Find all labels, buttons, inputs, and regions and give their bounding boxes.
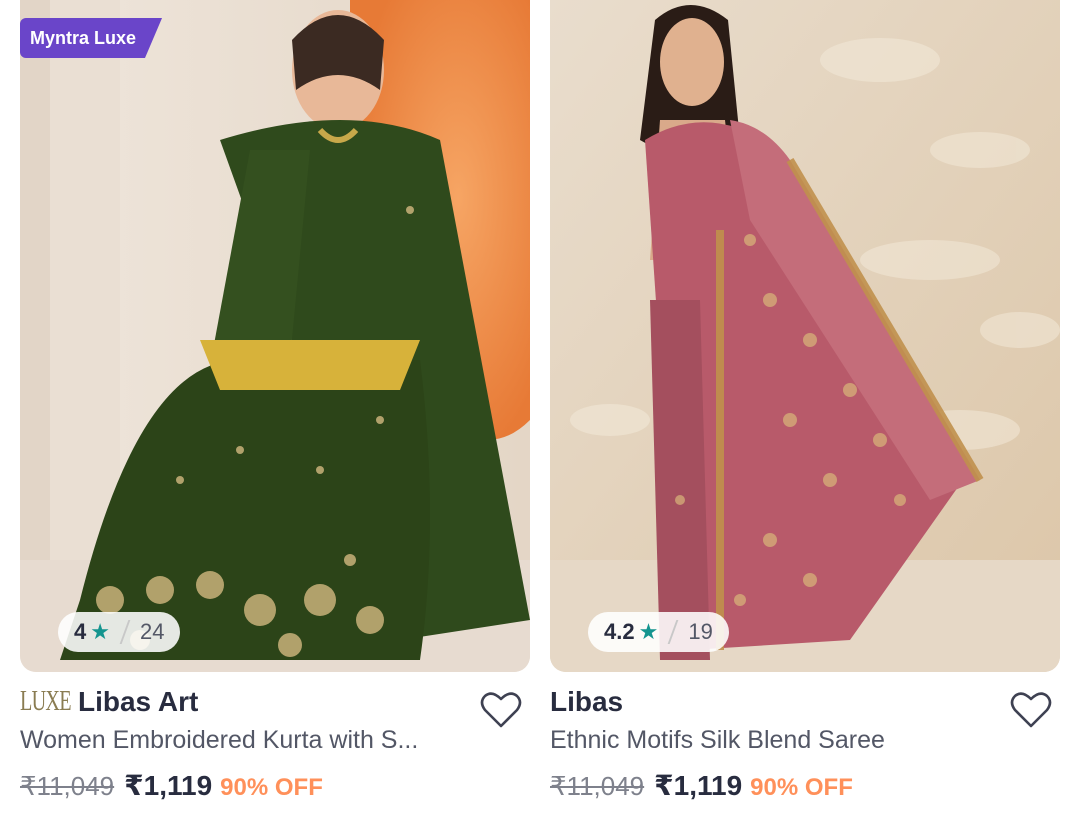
rating-divider xyxy=(119,620,131,644)
product-card[interactable]: 4.2 ★ 19 Libas Ethnic Motifs Silk Blend … xyxy=(550,0,1060,821)
rating-divider xyxy=(667,620,679,644)
product-card[interactable]: Myntra Luxe 4 ★ 24 LUXE Libas Art Women … xyxy=(20,0,530,821)
brand-row: LUXE Libas Art xyxy=(20,684,530,720)
discount-label: 90% OFF xyxy=(220,774,323,801)
price-row: ₹11,049 ₹1,119 90% OFF xyxy=(550,769,1060,802)
product-photo-saree xyxy=(550,0,1060,672)
brand-row: Libas xyxy=(550,684,1060,720)
product-title: Women Embroidered Kurta with S... xyxy=(20,726,419,754)
product-brand: Libas Art xyxy=(78,686,199,717)
luxe-badge: Myntra Luxe xyxy=(20,18,163,58)
luxe-logo: LUXE xyxy=(20,686,72,717)
original-price: ₹11,049 xyxy=(20,771,115,801)
product-info[interactable]: Libas Ethnic Motifs Silk Blend Saree ₹11… xyxy=(550,672,1060,802)
rating-pill: 4.2 ★ 19 xyxy=(588,612,729,652)
star-icon: ★ xyxy=(638,619,659,644)
rating-count: 24 xyxy=(139,619,165,644)
product-image[interactable]: Myntra Luxe 4 ★ 24 xyxy=(20,0,530,672)
rating-count: 19 xyxy=(688,619,713,644)
product-grid: Myntra Luxe 4 ★ 24 LUXE Libas Art Women … xyxy=(0,0,1080,821)
selling-price: ₹1,119 xyxy=(654,770,743,801)
heart-outline-icon[interactable] xyxy=(480,690,522,730)
product-info[interactable]: LUXE Libas Art Women Embroidered Kurta w… xyxy=(20,672,530,802)
discount-label: 90% OFF xyxy=(750,774,853,801)
rating-score: 4.2 xyxy=(604,619,635,644)
product-brand: Libas xyxy=(550,686,624,717)
original-price: ₹11,049 xyxy=(550,771,645,801)
product-image[interactable]: 4.2 ★ 19 xyxy=(550,0,1060,672)
product-title: Ethnic Motifs Silk Blend Saree xyxy=(550,726,885,754)
product-photo-kurta xyxy=(20,0,530,672)
price-row: ₹11,049 ₹1,119 90% OFF xyxy=(20,769,530,802)
rating-score: 4 xyxy=(74,619,87,644)
selling-price: ₹1,119 xyxy=(124,770,213,801)
star-icon: ★ xyxy=(90,619,110,644)
rating-pill: 4 ★ 24 xyxy=(58,612,181,652)
heart-outline-icon[interactable] xyxy=(1010,690,1052,730)
